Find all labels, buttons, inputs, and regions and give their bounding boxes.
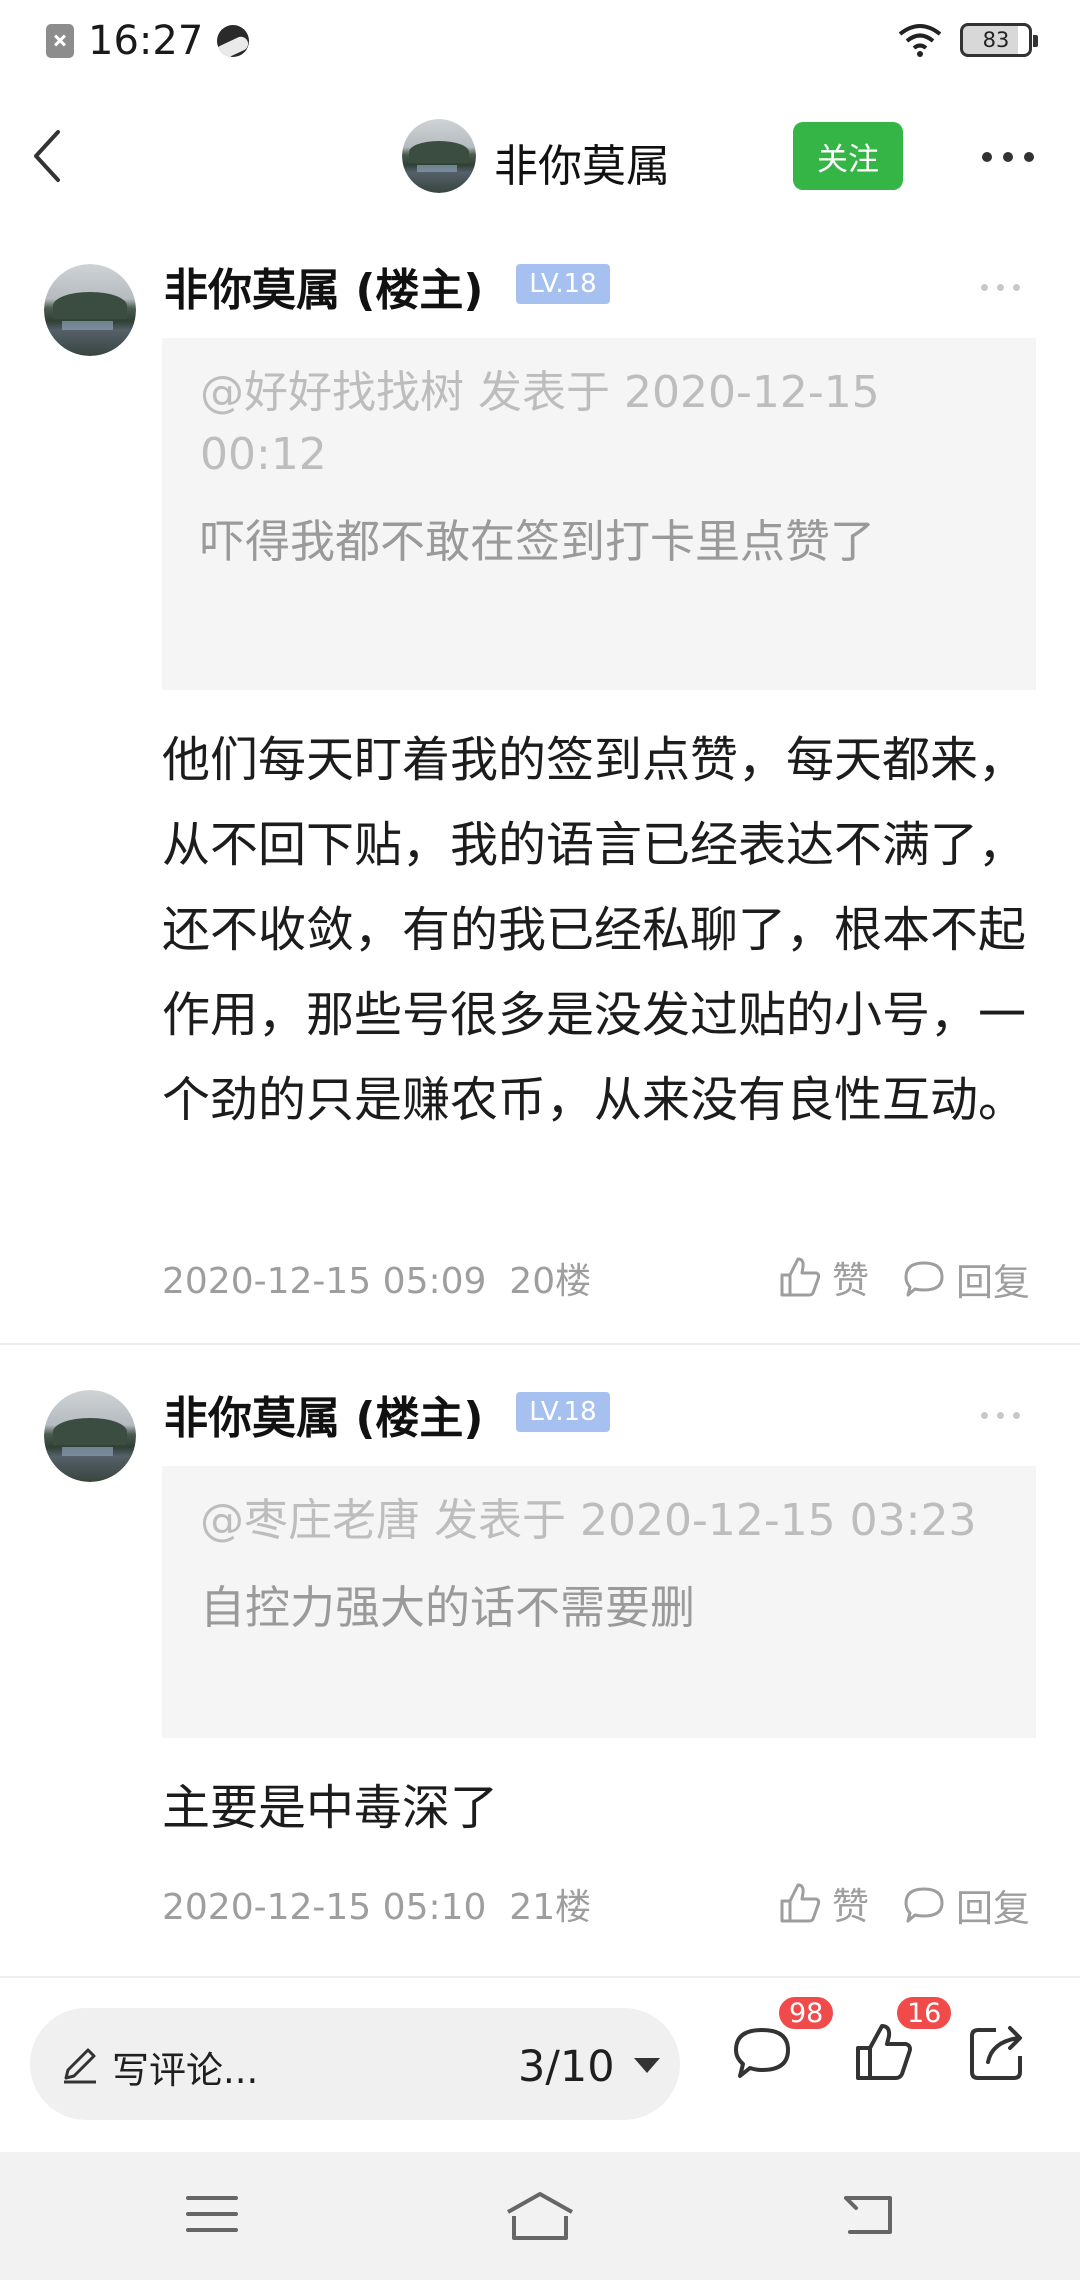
- post-meta: 2020-12-15 05:09 20楼: [162, 1252, 591, 1304]
- wifi-icon: [898, 24, 942, 57]
- status-left: 16:27: [46, 18, 250, 64]
- reply-label: 回复: [956, 1887, 1030, 1930]
- top-nav: 非你莫属 关注: [0, 96, 1080, 216]
- back-nav-icon[interactable]: [840, 2190, 896, 2238]
- quote-header: @枣庄老唐 发表于 2020-12-15 03:23: [200, 1495, 977, 1546]
- page-title: 非你莫属: [494, 141, 670, 192]
- page-indicator[interactable]: 3/10: [518, 2042, 615, 2092]
- header-avatar[interactable]: [402, 119, 476, 193]
- status-bar: 16:27 83: [0, 0, 1080, 88]
- battery-indicator: 83: [960, 23, 1038, 57]
- avatar[interactable]: [44, 1390, 136, 1482]
- reply-button[interactable]: 回复: [902, 1252, 1030, 1306]
- author-name[interactable]: 非你莫属 (楼主): [164, 1382, 484, 1446]
- quote-body: 自控力强大的话不需要删: [200, 1581, 696, 1634]
- divider: [0, 1343, 1080, 1345]
- like-label: 赞: [832, 1885, 869, 1928]
- comment-icon[interactable]: [730, 2020, 794, 2084]
- comment-placeholder: 写评论...: [112, 2049, 259, 2092]
- reply-label: 回复: [956, 1261, 1030, 1304]
- post-more-icon[interactable]: [981, 1412, 1020, 1419]
- comment-input[interactable]: 写评论... 3/10: [30, 2008, 680, 2120]
- reply-icon: [904, 1261, 944, 1297]
- like-button[interactable]: 赞: [778, 1250, 869, 1304]
- timestamp: 2020-12-15 05:09: [162, 1261, 487, 1302]
- post-more-icon[interactable]: [981, 284, 1020, 291]
- post-content: 主要是中毒深了: [162, 1780, 499, 1836]
- quoted-comment[interactable]: @好好找找树 发表于 2020-12-15 00:12 吓得我都不敢在签到打卡里…: [162, 338, 1036, 690]
- status-right: 83: [896, 22, 1038, 58]
- moon-icon: [217, 25, 250, 57]
- post-meta: 2020-12-15 05:10 21楼: [162, 1878, 591, 1930]
- follow-button[interactable]: 关注: [793, 122, 903, 190]
- reply-button[interactable]: 回复: [902, 1878, 1030, 1932]
- home-icon[interactable]: [504, 2190, 576, 2242]
- like-icon: [780, 1257, 821, 1297]
- battery-level: 83: [982, 28, 1010, 52]
- author-name[interactable]: 非你莫属 (楼主): [164, 254, 484, 318]
- quote-header: @好好找找树 发表于 2020-12-15 00:12: [200, 367, 880, 480]
- system-nav-bar: [0, 2152, 1080, 2280]
- level-badge: LV.18: [516, 264, 610, 304]
- menu-icon[interactable]: [184, 2190, 240, 2238]
- like-button[interactable]: 赞: [778, 1876, 869, 1930]
- quote-body: 吓得我都不敢在签到打卡里点赞了: [200, 515, 876, 568]
- like-label: 赞: [832, 1259, 869, 1302]
- like-count-badge: 16: [894, 1994, 955, 2032]
- avatar[interactable]: [44, 264, 136, 356]
- back-arrow-icon[interactable]: [28, 126, 68, 186]
- comment-count-badge: 98: [776, 1994, 837, 2032]
- floor-number: 20楼: [509, 1261, 592, 1302]
- floor-number: 21楼: [509, 1887, 592, 1928]
- post-content: 他们每天盯着我的签到点赞，每天都来，从不回下贴，我的语言已经表达不满了，还不收敛…: [162, 732, 1027, 1128]
- quoted-comment[interactable]: @枣庄老唐 发表于 2020-12-15 03:23 自控力强大的话不需要删: [162, 1466, 1036, 1738]
- status-time: 16:27: [88, 18, 204, 64]
- bottom-action-bar: 写评论... 3/10 98 16: [0, 1976, 1080, 2152]
- like-icon: [780, 1883, 821, 1923]
- share-icon[interactable]: [966, 2020, 1030, 2084]
- notification-icon: [46, 24, 74, 58]
- timestamp: 2020-12-15 05:10: [162, 1887, 487, 1928]
- level-badge: LV.18: [516, 1392, 610, 1432]
- reply-icon: [904, 1887, 944, 1923]
- more-icon[interactable]: [982, 152, 1034, 162]
- chevron-down-icon[interactable]: [634, 2058, 660, 2073]
- pen-icon: [64, 2048, 96, 2084]
